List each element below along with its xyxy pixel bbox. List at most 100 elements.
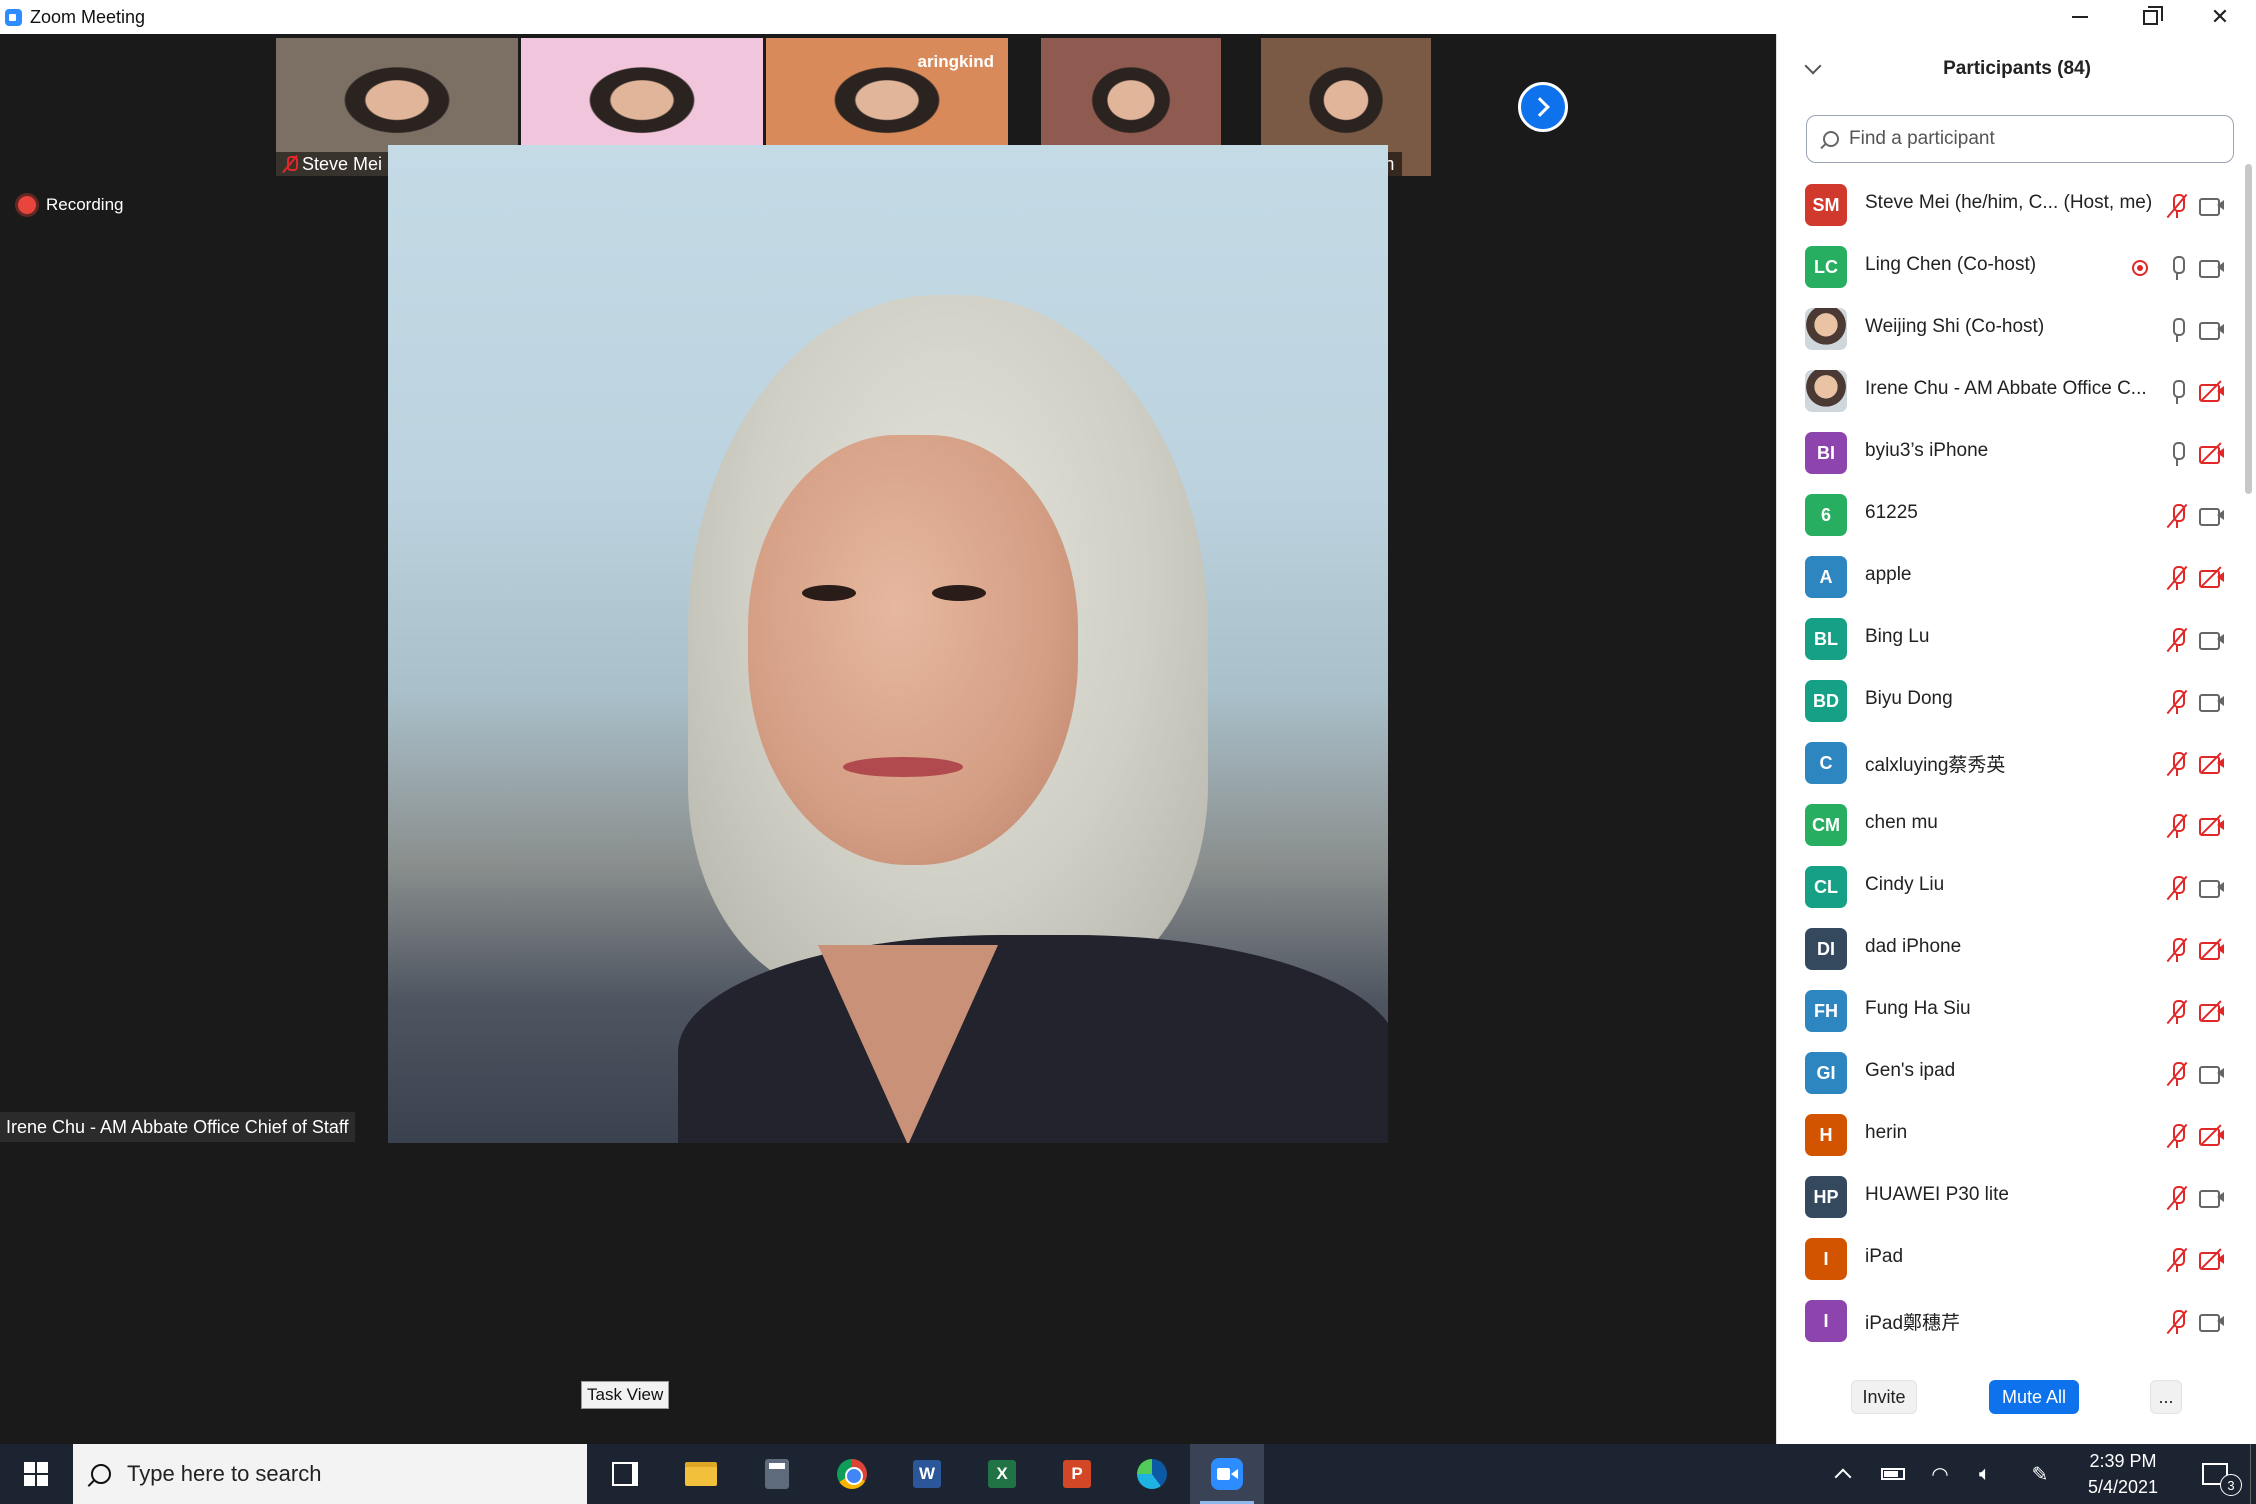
participant-row[interactable]: Weijing Shi (Co-host)	[1777, 296, 2243, 358]
participant-row[interactable]: SM Steve Mei (he/him, C... (Host, me)	[1777, 172, 2243, 234]
show-desktop-button[interactable]	[2250, 1444, 2256, 1504]
participant-row[interactable]: IiPad鄭穗芹	[1777, 1288, 2243, 1350]
chevron-right-icon	[1530, 97, 1550, 117]
active-speaker-video	[388, 145, 1388, 1143]
window-title: Zoom Meeting	[30, 7, 146, 27]
participant-search[interactable]	[1806, 115, 2234, 163]
participant-row[interactable]: Irene Chu - AM Abbate Office C...	[1777, 358, 2243, 420]
video-off-icon[interactable]	[2199, 442, 2225, 464]
participant-name: chen mu	[1865, 812, 1938, 833]
video-icon[interactable]	[2199, 878, 2225, 898]
video-off-icon[interactable]	[2199, 566, 2225, 588]
calculator-icon	[765, 1459, 789, 1489]
participant-list-scrollbar[interactable]	[2245, 164, 2252, 494]
participant-search-input[interactable]	[1849, 128, 2219, 150]
muted-mic-icon[interactable]	[2166, 937, 2188, 963]
muted-mic-icon[interactable]	[2166, 875, 2188, 901]
participant-row[interactable]: CM chen mu	[1777, 792, 2243, 854]
action-center-button[interactable]: 3	[2190, 1444, 2242, 1504]
video-off-icon[interactable]	[2199, 752, 2225, 774]
participant-row[interactable]: Ccalxluying蔡秀英	[1777, 730, 2243, 792]
wifi-icon[interactable]: ◠	[1925, 1444, 1955, 1504]
close-button[interactable]: ✕	[2185, 0, 2255, 34]
muted-mic-icon[interactable]	[2166, 1123, 2188, 1149]
participant-row[interactable]: BL Bing Lu	[1777, 606, 2243, 668]
system-clock[interactable]: 2:39 PM 5/4/2021	[2068, 1448, 2178, 1500]
muted-mic-icon[interactable]	[2166, 1185, 2188, 1211]
participant-row[interactable]: FH Fung Ha Siu	[1777, 978, 2243, 1040]
powerpoint-icon: P	[1063, 1460, 1091, 1488]
battery-icon[interactable]	[1878, 1444, 1908, 1504]
volume-icon[interactable]: 🔈︎	[1970, 1444, 2000, 1504]
video-icon[interactable]	[2199, 320, 2225, 340]
taskbar-calculator-button[interactable]	[740, 1444, 814, 1504]
muted-mic-icon[interactable]	[2166, 1309, 2188, 1335]
participant-row[interactable]: Aapple	[1777, 544, 2243, 606]
muted-mic-icon[interactable]	[2166, 751, 2188, 777]
file-explorer-icon	[685, 1462, 717, 1486]
muted-mic-icon[interactable]	[2166, 565, 2188, 591]
participant-row[interactable]: Hherin	[1777, 1102, 2243, 1164]
video-off-icon[interactable]	[2199, 380, 2225, 402]
video-off-icon[interactable]	[2199, 814, 2225, 836]
restore-button[interactable]	[2115, 0, 2185, 34]
taskbar-word-button[interactable]: W	[890, 1444, 964, 1504]
video-icon[interactable]	[2199, 1312, 2225, 1332]
mic-icon[interactable]	[2169, 318, 2185, 342]
taskbar-chrome-button[interactable]	[815, 1444, 889, 1504]
participant-row[interactable]: LC Ling Chen (Co-host)	[1777, 234, 2243, 296]
video-icon[interactable]	[2199, 1188, 2225, 1208]
video-icon[interactable]	[2199, 630, 2225, 650]
video-icon[interactable]	[2199, 692, 2225, 712]
participant-row[interactable]: IiPad	[1777, 1226, 2243, 1288]
muted-mic-icon[interactable]	[2166, 813, 2188, 839]
participant-row[interactable]: BI byiu3’s iPhone	[1777, 420, 2243, 482]
video-icon[interactable]	[2199, 196, 2225, 216]
next-page-button[interactable]	[1518, 82, 1568, 132]
taskbar-task-view-button[interactable]	[588, 1444, 662, 1504]
participant-row[interactable]: BD Biyu Dong	[1777, 668, 2243, 730]
minimize-button[interactable]	[2045, 0, 2115, 34]
search-icon	[91, 1464, 111, 1484]
participant-row[interactable]: DI dad iPhone	[1777, 916, 2243, 978]
taskbar-search-box[interactable]: Type here to search	[73, 1444, 587, 1504]
more-options-button[interactable]: ...	[2150, 1380, 2182, 1414]
video-icon[interactable]	[2199, 258, 2225, 278]
participant-row[interactable]: HP HUAWEI P30 lite	[1777, 1164, 2243, 1226]
taskbar-edge-button[interactable]	[1115, 1444, 1189, 1504]
muted-mic-icon[interactable]	[2166, 999, 2188, 1025]
video-icon[interactable]	[2199, 1064, 2225, 1084]
taskbar-zoom-button[interactable]	[1190, 1444, 1264, 1504]
taskbar-file-explorer-button[interactable]	[664, 1444, 738, 1504]
muted-mic-icon[interactable]	[2166, 689, 2188, 715]
start-button[interactable]	[0, 1444, 72, 1504]
participant-avatar: HP	[1805, 1176, 1847, 1218]
invite-button[interactable]: Invite	[1851, 1380, 1917, 1414]
participant-name: calxluying蔡秀英	[1865, 755, 2006, 776]
muted-mic-icon[interactable]	[2166, 503, 2188, 529]
video-off-icon[interactable]	[2199, 1000, 2225, 1022]
video-off-icon[interactable]	[2199, 1124, 2225, 1146]
participant-name: 61225	[1865, 502, 1918, 523]
mic-icon[interactable]	[2169, 380, 2185, 404]
video-icon[interactable]	[2199, 506, 2225, 526]
participant-row[interactable]: 6 61225	[1777, 482, 2243, 544]
mic-icon[interactable]	[2169, 256, 2185, 280]
taskbar-powerpoint-button[interactable]: P	[1040, 1444, 1114, 1504]
mic-icon[interactable]	[2169, 442, 2185, 466]
show-hidden-icons-button[interactable]	[1828, 1444, 1858, 1504]
recording-indicator[interactable]: Recording	[18, 195, 124, 215]
taskbar-excel-button[interactable]: X	[965, 1444, 1039, 1504]
speaker-lips	[843, 757, 963, 777]
taskbar-search-placeholder: Type here to search	[127, 1461, 322, 1486]
video-off-icon[interactable]	[2199, 938, 2225, 960]
muted-mic-icon[interactable]	[2166, 627, 2188, 653]
video-off-icon[interactable]	[2199, 1248, 2225, 1270]
muted-mic-icon[interactable]	[2166, 193, 2188, 219]
participant-row[interactable]: GI Gen's ipad	[1777, 1040, 2243, 1102]
mute-all-button[interactable]: Mute All	[1989, 1380, 2079, 1414]
participant-row[interactable]: CL Cindy Liu	[1777, 854, 2243, 916]
muted-mic-icon[interactable]	[2166, 1061, 2188, 1087]
muted-mic-icon[interactable]	[2166, 1247, 2188, 1273]
pen-workspace-icon[interactable]: ✎	[2025, 1444, 2055, 1504]
